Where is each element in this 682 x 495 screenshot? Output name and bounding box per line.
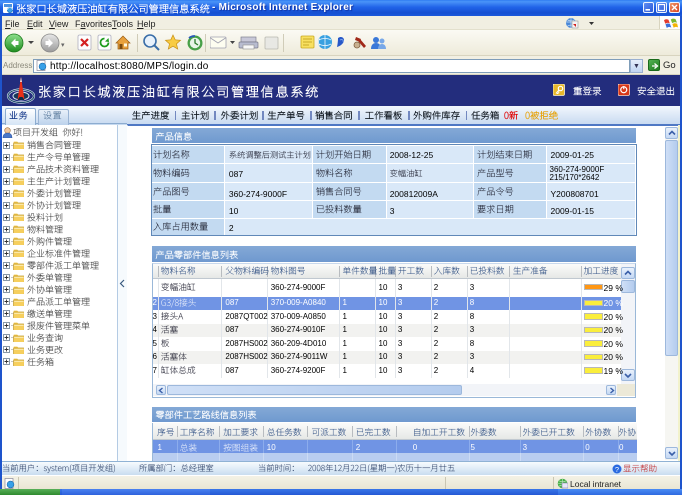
svg-text:?: ?	[615, 465, 619, 474]
